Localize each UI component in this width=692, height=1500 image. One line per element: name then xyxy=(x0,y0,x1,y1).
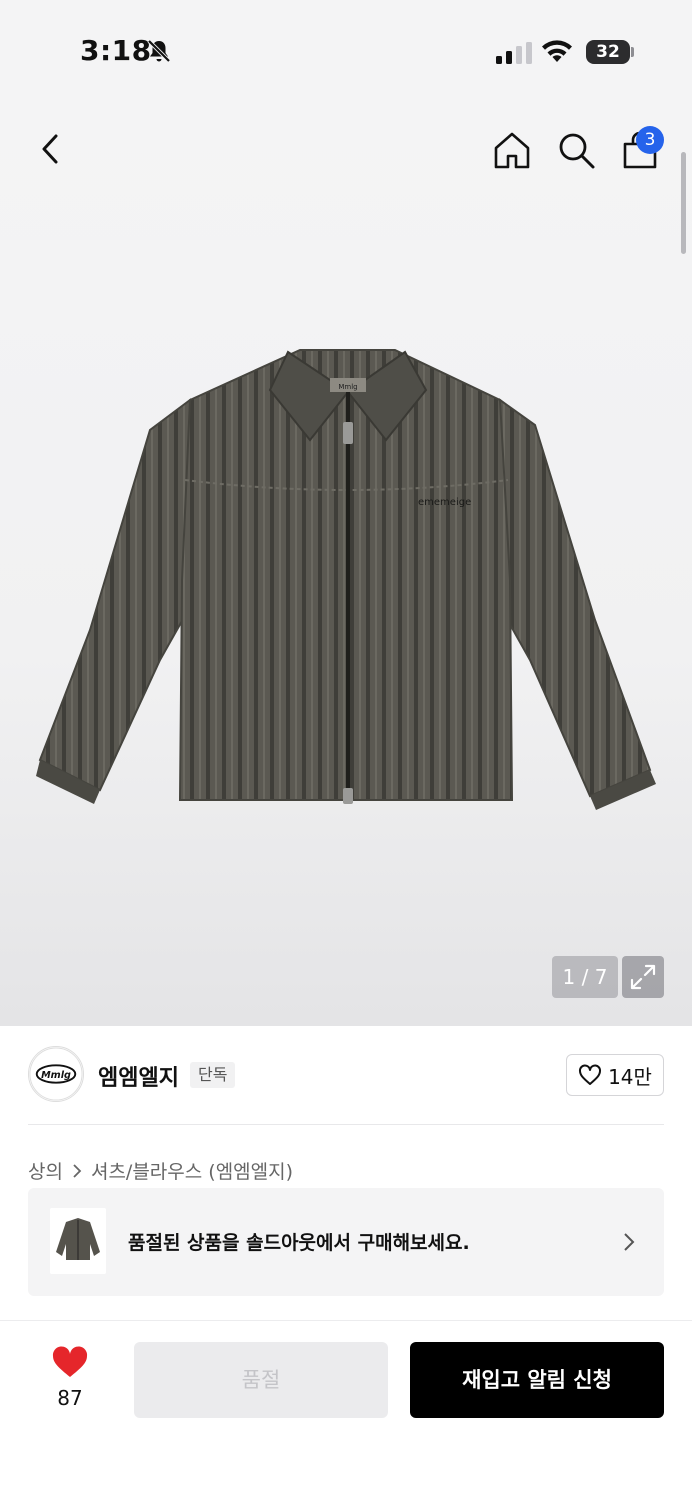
brand-like-count: 14만 xyxy=(608,1064,652,1089)
expand-icon[interactable] xyxy=(622,956,664,998)
wifi-icon xyxy=(542,40,572,62)
tag-print: Mmlg xyxy=(338,383,357,391)
status-bar: 3:18 32 xyxy=(0,0,692,100)
brand-logo-text: Mmlg xyxy=(41,1070,71,1081)
image-counter: 1 / 7 xyxy=(552,956,618,998)
breadcrumb-category[interactable]: 상의 xyxy=(28,1157,63,1184)
battery-icon: 32 xyxy=(586,40,630,64)
back-icon[interactable] xyxy=(36,128,66,170)
banner-thumbnail xyxy=(50,1208,106,1274)
brand-like-button[interactable]: 14만 xyxy=(566,1054,664,1096)
breadcrumb-subcategory[interactable]: 셔츠/블라우스 (엠엠엘지) xyxy=(91,1157,293,1184)
heart-filled-icon xyxy=(52,1346,88,1377)
banner-text: 품절된 상품을 솔드아웃에서 구매해보세요. xyxy=(128,1232,470,1254)
home-icon[interactable] xyxy=(492,130,532,170)
status-time: 3:18 xyxy=(80,34,152,67)
soldout-banner[interactable]: 품절된 상품을 솔드아웃에서 구매해보세요. xyxy=(28,1188,664,1296)
wish-count: 87 xyxy=(57,1386,83,1410)
signal-icon xyxy=(496,42,532,64)
chevron-right-icon xyxy=(73,1163,82,1178)
product-gallery[interactable]: Mmlg ememeige 1 / 7 xyxy=(0,100,692,1026)
battery-tip xyxy=(631,47,634,57)
cart-badge: 3 xyxy=(636,126,664,154)
heart-outline-icon xyxy=(579,1064,602,1085)
chest-print: ememeige xyxy=(418,497,471,508)
divider xyxy=(28,1124,664,1125)
bell-slash-icon xyxy=(147,39,171,63)
brand-logo[interactable]: Mmlg xyxy=(28,1046,84,1102)
scrollbar[interactable] xyxy=(681,152,686,254)
chevron-right-icon xyxy=(624,1233,635,1251)
restock-alert-button[interactable]: 재입고 알림 신청 xyxy=(410,1342,664,1418)
search-icon[interactable] xyxy=(556,130,596,170)
soldout-button[interactable]: 품절 xyxy=(134,1342,388,1418)
wish-button[interactable]: 87 xyxy=(40,1346,100,1416)
exclusive-badge: 단독 xyxy=(190,1062,236,1088)
breadcrumb: 상의 셔츠/블라우스 (엠엠엘지) xyxy=(28,1157,293,1184)
brand-name[interactable]: 엠엠엘지 xyxy=(98,1060,179,1092)
product-image[interactable]: Mmlg ememeige xyxy=(30,330,660,820)
